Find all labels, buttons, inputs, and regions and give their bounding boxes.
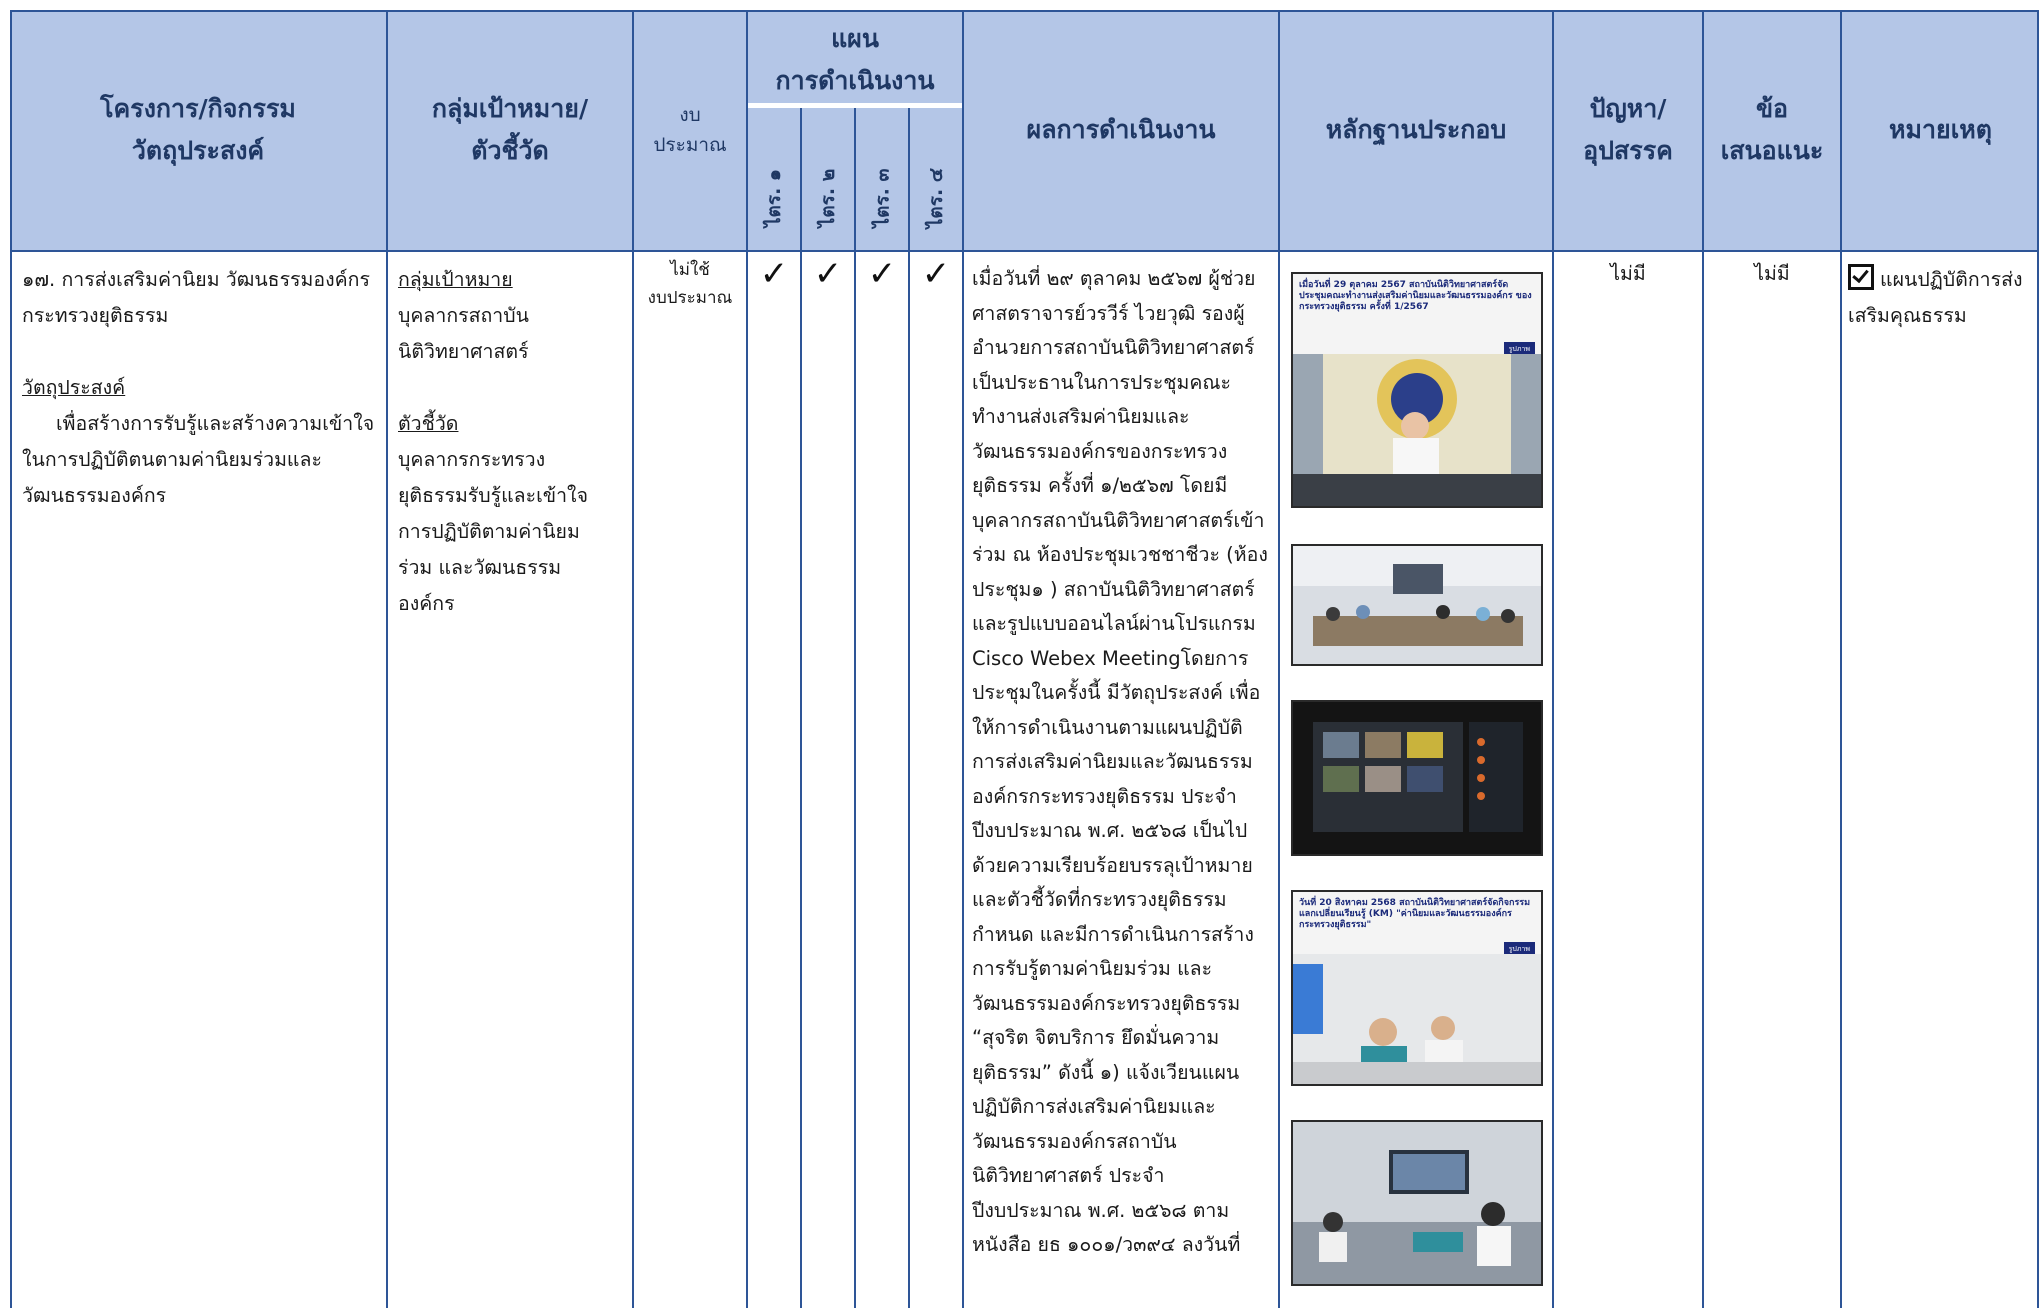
grid-line bbox=[1278, 10, 1280, 1308]
header-target: กลุ่มเป้าหมาย/ ตัวชี้วัด bbox=[431, 94, 589, 165]
suggestions-value: ไม่มี bbox=[1754, 262, 1790, 285]
remarks-text: แผนปฏิบัติการส่งเสริมคุณธรรม bbox=[1848, 268, 2023, 327]
project-cell: ๑๗. การส่งเสริมค่านิยม วัฒนธรรมองค์กร กร… bbox=[22, 262, 380, 514]
budget-value: ไม่ใช้ งบประมาณ bbox=[647, 260, 733, 308]
grid-line bbox=[10, 10, 2039, 12]
evidence-photo-km-activity: วันที่ 20 สิงหาคม 2568 สถาบันนิติวิทยาศา… bbox=[1291, 890, 1543, 1086]
check-icon: ✓ bbox=[867, 254, 897, 294]
grid-line bbox=[746, 10, 748, 1308]
grid-line bbox=[1552, 10, 1554, 1308]
objective-text: เพื่อสร้างการรับรู้และสร้างความเข้าใจในก… bbox=[22, 412, 375, 507]
evidence-photo-online-meeting bbox=[1291, 700, 1543, 856]
problems-value: ไม่มี bbox=[1610, 262, 1646, 285]
indicator-text: บุคลากรกระทรวงยุติธรรมรับรู้และเข้าใจการ… bbox=[398, 448, 589, 615]
results-text: เมื่อวันที่ ๒๙ ตุลาคม ๒๕๖๗ ผู้ช่วยศาสตรา… bbox=[972, 267, 1268, 1256]
header-quarter-1: ไตร. ๑ bbox=[763, 169, 785, 227]
header-evidence: หลักฐานประกอบ bbox=[1325, 115, 1507, 144]
evidence-photo-meeting-1: เมื่อวันที่ 29 ตุลาคม 2567 สถาบันนิติวิท… bbox=[1291, 272, 1543, 508]
grid-line bbox=[10, 250, 2039, 252]
header-quarter-4: ไตร. ๔ bbox=[925, 167, 947, 229]
header-project: โครงการ/กิจกรรม วัตถุประสงค์ bbox=[100, 94, 296, 165]
checkbox-checked-icon bbox=[1848, 264, 1874, 290]
header-quarter-3: ไตร. ๓ bbox=[871, 168, 894, 228]
video-call-screen-photo bbox=[1293, 702, 1541, 854]
target-cell: กลุ่มเป้าหมาย บุคลากรสถาบันนิติวิทยาศาสต… bbox=[398, 262, 602, 622]
objective-label: วัตถุประสงค์ bbox=[22, 376, 126, 399]
conference-room-photo bbox=[1293, 1122, 1541, 1284]
meeting-room-photo bbox=[1293, 546, 1541, 664]
remarks-cell: แผนปฏิบัติการส่งเสริมคุณธรรม bbox=[1848, 262, 2034, 334]
km-meeting-photo bbox=[1293, 954, 1541, 1084]
grid-line bbox=[632, 10, 634, 1308]
header-budget: งบ ประมาณ bbox=[653, 104, 727, 156]
project-title: ๑๗. การส่งเสริมค่านิยม วัฒนธรรมองค์กร กร… bbox=[22, 268, 370, 327]
header-quarter-2: ไตร. ๒ bbox=[817, 168, 839, 228]
grid-line bbox=[962, 10, 964, 1308]
header-suggestions: ข้อ เสนอแนะ bbox=[1720, 94, 1824, 165]
header-results: ผลการดำเนินงาน bbox=[1026, 115, 1216, 144]
grid-line bbox=[1702, 10, 1704, 1308]
check-icon: ✓ bbox=[813, 254, 843, 294]
grid-line bbox=[1840, 10, 1842, 1308]
meeting-photo bbox=[1293, 354, 1541, 506]
grid-line bbox=[10, 10, 12, 1308]
target-text: บุคลากรสถาบันนิติวิทยาศาสตร์ bbox=[398, 304, 529, 363]
header-problems: ปัญหา/ อุปสรรค bbox=[1583, 94, 1673, 165]
grid-line bbox=[386, 10, 388, 1308]
header-plan: แผน การดำเนินงาน bbox=[775, 24, 935, 95]
target-label: กลุ่มเป้าหมาย bbox=[398, 268, 513, 291]
indicator-label: ตัวชี้วัด bbox=[398, 412, 459, 435]
check-icon: ✓ bbox=[921, 254, 951, 294]
check-icon: ✓ bbox=[759, 254, 789, 294]
report-table: โครงการ/กิจกรรม วัตถุประสงค์ กลุ่มเป้าหม… bbox=[10, 10, 2039, 1308]
evidence-photo-meeting-2 bbox=[1291, 544, 1543, 666]
header-remarks: หมายเหตุ bbox=[1889, 115, 1992, 144]
evidence-photo-meeting-3 bbox=[1291, 1120, 1543, 1286]
grid-line bbox=[748, 103, 964, 108]
